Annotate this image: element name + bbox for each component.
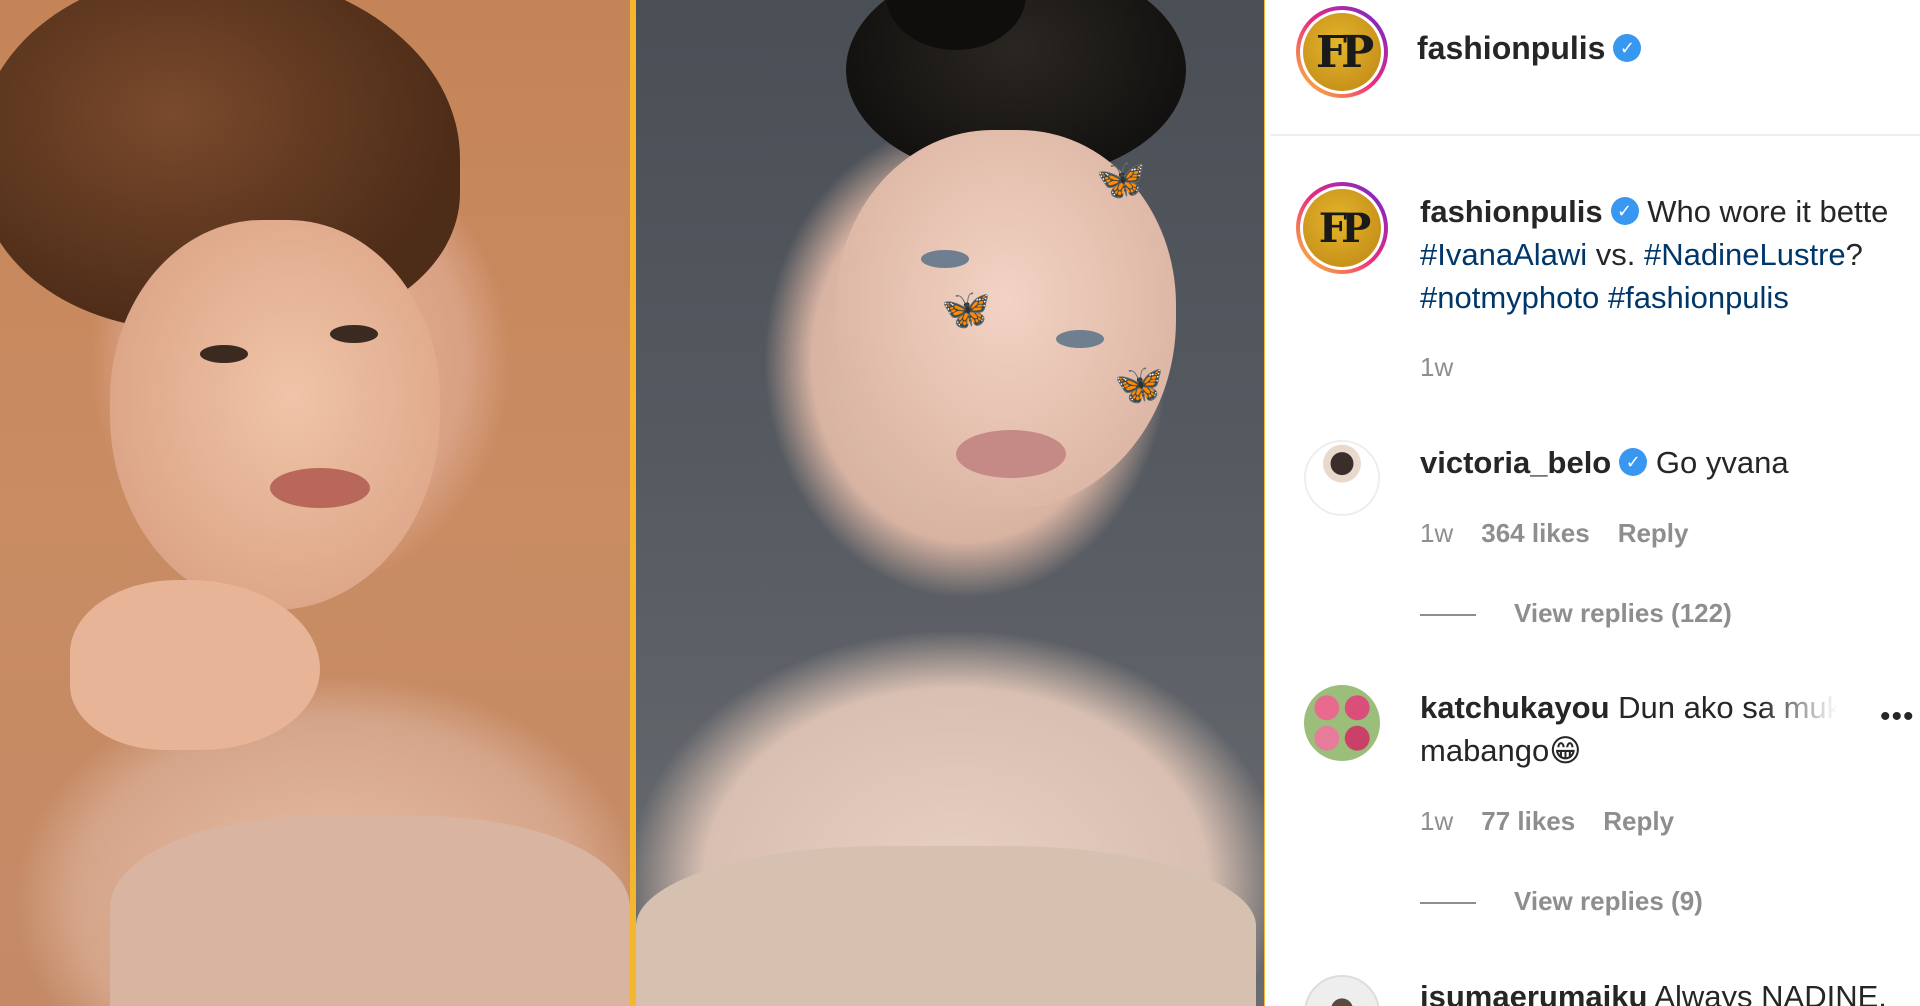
caption-text: ? xyxy=(1845,237,1863,272)
comment-body: Always NADINE. xyxy=(1654,979,1887,1006)
comment-username[interactable]: katchukayou xyxy=(1420,690,1610,725)
butterfly-sticker-icon: 🦋 xyxy=(1096,158,1146,202)
caption-avatar[interactable]: FP xyxy=(1296,182,1388,274)
comment-meta: 1w 77 likes Reply xyxy=(1420,806,1674,837)
butterfly-sticker-icon: 🦋 xyxy=(941,288,991,332)
grin-emoji-icon: 😁 xyxy=(1549,733,1582,768)
view-replies-label: View replies (9) xyxy=(1514,886,1703,916)
avatar[interactable] xyxy=(1304,440,1380,516)
comment-text: katchukayou Dun ako sa mukhan xyxy=(1420,686,1870,729)
eye-shape xyxy=(921,250,969,268)
hashtag-link[interactable]: #fashionpulis xyxy=(1608,280,1789,315)
dress-shape xyxy=(636,846,1256,1006)
caption-username[interactable]: fashionpulis xyxy=(1420,194,1603,229)
hashtag-link[interactable]: #notmyphoto xyxy=(1420,280,1599,315)
caption-text: vs. xyxy=(1587,237,1644,272)
dress-shape xyxy=(110,816,630,1006)
post-caption: fashionpulis ✓ Who wore it bette #IvanaAl… xyxy=(1420,190,1920,319)
face-shape xyxy=(110,220,440,610)
caption-timestamp[interactable]: 1w xyxy=(1420,352,1453,383)
lips-shape xyxy=(270,468,370,508)
eye-shape xyxy=(330,325,378,343)
replies-divider-line xyxy=(1420,902,1476,905)
timestamp[interactable]: 1w xyxy=(1420,352,1453,382)
username-link[interactable]: fashionpulis xyxy=(1417,30,1605,66)
butterfly-sticker-icon: 🦋 xyxy=(1114,363,1164,407)
timestamp[interactable]: 1w xyxy=(1420,806,1453,836)
fp-logo-icon: FP xyxy=(1303,189,1381,267)
comment-text: isumaerumaiku Always NADINE. xyxy=(1420,975,1920,1006)
post-side-panel: FP fashionpulis ✓ FP fashionpulis ✓ Who wo… xyxy=(1270,0,1920,1006)
comment-username[interactable]: victoria_belo xyxy=(1420,445,1611,480)
lips-shape xyxy=(956,430,1066,478)
verified-check-icon: ✓ xyxy=(1619,447,1648,476)
likes-count[interactable]: 364 likes xyxy=(1481,518,1589,548)
reply-button[interactable]: Reply xyxy=(1618,518,1689,548)
avatar[interactable] xyxy=(1304,685,1380,761)
header-divider xyxy=(1270,134,1920,136)
post-image[interactable]: 🦋 🦋 🦋 xyxy=(0,0,1265,1006)
replies-divider-line xyxy=(1420,614,1476,617)
view-replies-button[interactable]: View replies (9) xyxy=(1420,886,1703,917)
comment-body: Go yvana xyxy=(1655,445,1789,480)
eye-shape xyxy=(1056,330,1104,348)
profile-avatar[interactable]: FP xyxy=(1296,6,1388,98)
view-replies-label: View replies (122) xyxy=(1514,598,1732,628)
photo-left-ivana xyxy=(0,0,630,1006)
view-replies-button[interactable]: View replies (122) xyxy=(1420,598,1732,629)
header-username[interactable]: fashionpulis ✓ xyxy=(1417,30,1642,67)
reply-button[interactable]: Reply xyxy=(1603,806,1674,836)
comment-text: victoria_belo ✓ Go yvana xyxy=(1420,441,1920,484)
comment-username[interactable]: isumaerumaiku xyxy=(1420,979,1647,1006)
fp-logo-icon: FP xyxy=(1303,13,1381,91)
photo-right-nadine: 🦋 🦋 🦋 xyxy=(636,0,1264,1006)
timestamp[interactable]: 1w xyxy=(1420,518,1453,548)
text-fade-overlay xyxy=(1760,686,1870,729)
eye-shape xyxy=(200,345,248,363)
caption-text: Who wore it bette xyxy=(1647,194,1889,229)
comment-body: mabango xyxy=(1420,733,1550,768)
hashtag-link[interactable]: #NadineLustre xyxy=(1644,237,1846,272)
more-options-icon[interactable]: ••• xyxy=(1880,700,1915,734)
verified-check-icon: ✓ xyxy=(1613,33,1642,62)
likes-count[interactable]: 77 likes xyxy=(1481,806,1575,836)
comment-text-line2: mabango😁 xyxy=(1420,729,1920,772)
verified-check-icon: ✓ xyxy=(1610,196,1639,225)
comment-meta: 1w 364 likes Reply xyxy=(1420,518,1689,549)
avatar[interactable] xyxy=(1304,975,1380,1006)
hashtag-link[interactable]: #IvanaAlawi xyxy=(1420,237,1587,272)
